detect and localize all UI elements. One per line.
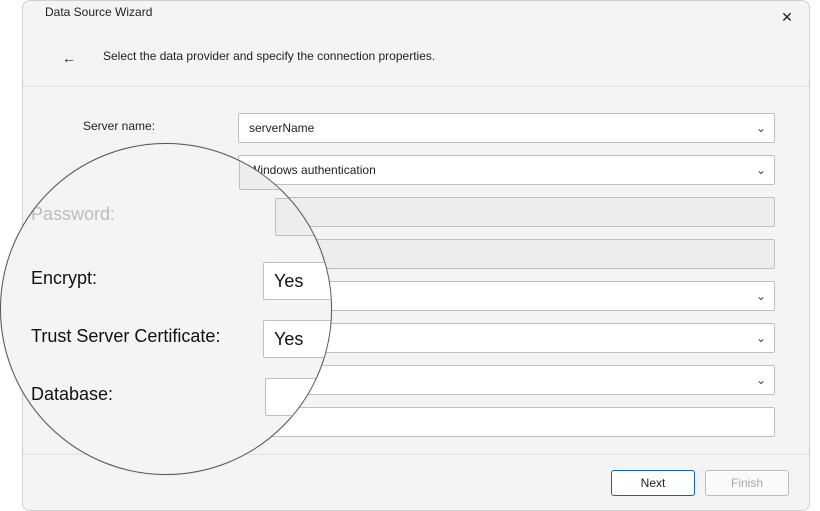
user-name-input <box>238 197 775 227</box>
form-body: Server name: serverName ⌄ Authentication… <box>23 87 809 454</box>
advanced-input[interactable] <box>238 407 775 437</box>
finish-button-label: Finish <box>731 476 763 490</box>
authentication-label: Authentication type: <box>83 161 223 175</box>
close-button[interactable]: ✕ <box>773 5 801 29</box>
chevron-down-icon: ⌄ <box>756 324 766 352</box>
next-button[interactable]: Next <box>611 470 695 496</box>
server-name-label: Server name: <box>83 119 223 133</box>
database-dropdown[interactable]: ⌄ <box>238 365 775 395</box>
password-input <box>238 239 775 269</box>
chevron-down-icon: ⌄ <box>756 282 766 310</box>
data-source-wizard-dialog: Data Source Wizard ✕ ← Select the data p… <box>22 0 810 511</box>
footer: Next Finish <box>23 454 809 510</box>
row-password: Password: <box>83 235 775 277</box>
instruction-text: Select the data provider and specify the… <box>103 49 435 63</box>
back-button[interactable]: ← <box>57 46 81 70</box>
trust-server-certificate-dropdown[interactable]: Yes ⌄ <box>238 323 775 353</box>
row-user-name: User name: <box>83 193 775 235</box>
row-server-name: Server name: serverName ⌄ <box>83 109 775 151</box>
next-button-label: Next <box>641 476 666 490</box>
advanced-label: Advanced connection string: <box>83 413 223 425</box>
server-name-dropdown[interactable]: serverName ⌄ <box>238 113 775 143</box>
chevron-down-icon: ⌄ <box>756 156 766 184</box>
row-encrypt: Encrypt: Yes ⌄ <box>83 277 775 319</box>
trust-server-certificate-value: Yes <box>249 324 269 352</box>
arrow-left-icon: ← <box>62 50 76 66</box>
chevron-down-icon: ⌄ <box>756 366 766 394</box>
row-trust-server-certificate: Trust Server Certificate: Yes ⌄ <box>83 319 775 361</box>
window-title: Data Source Wizard <box>45 5 152 19</box>
authentication-value: Windows authentication <box>249 156 376 184</box>
row-advanced: Advanced connection string: <box>83 403 775 445</box>
instruction-bar: ← Select the data provider and specify t… <box>23 31 809 87</box>
finish-button: Finish <box>705 470 789 496</box>
database-label: Database: <box>83 371 223 385</box>
user-name-label: User name: <box>83 203 223 217</box>
trust-server-certificate-label: Trust Server Certificate: <box>83 329 223 343</box>
encrypt-value: Yes <box>249 282 269 310</box>
server-name-value: serverName <box>249 114 314 142</box>
password-label: Password: <box>83 245 223 259</box>
row-authentication: Authentication type: Windows authenticat… <box>83 151 775 193</box>
close-icon: ✕ <box>781 9 793 25</box>
encrypt-dropdown[interactable]: Yes ⌄ <box>238 281 775 311</box>
chevron-down-icon: ⌄ <box>756 114 766 142</box>
titlebar: Data Source Wizard ✕ <box>23 1 809 31</box>
encrypt-label: Encrypt: <box>83 287 223 301</box>
row-database: Database: ⌄ <box>83 361 775 403</box>
authentication-dropdown[interactable]: Windows authentication ⌄ <box>238 155 775 185</box>
